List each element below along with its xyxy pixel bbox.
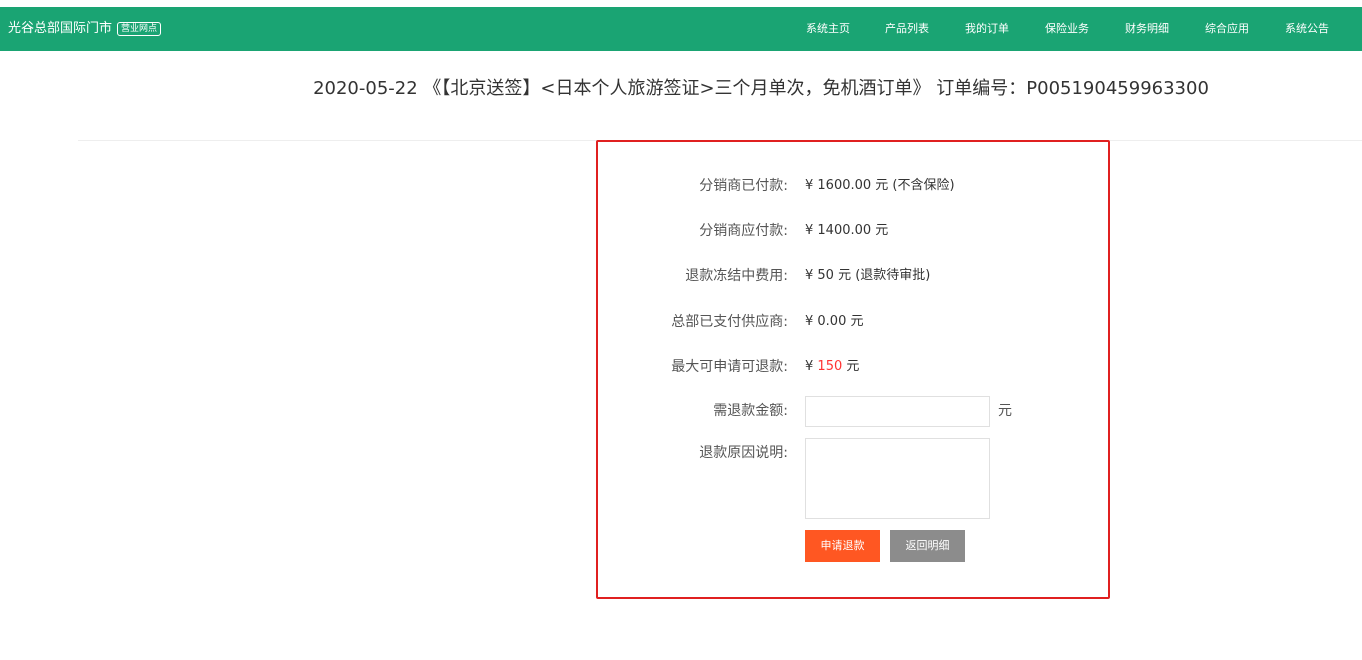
nav-item-insurance[interactable]: 保险业务	[1045, 21, 1089, 37]
refund-reason-label: 退款原因说明:	[699, 445, 788, 461]
brand-name: 光谷总部国际门市	[8, 21, 113, 36]
payable-label: 分销商应付款:	[699, 223, 788, 239]
back-to-details-button[interactable]: 返回明细	[890, 530, 965, 562]
supplier-paid-label: 总部已支付供应商:	[671, 314, 788, 330]
max-refund-label: 最大可申请可退款:	[671, 359, 788, 375]
max-refund-currency: ¥	[805, 359, 814, 374]
frozen-fee-value: ¥ 50 元 (退款待审批)	[805, 268, 931, 283]
paid-value: ¥ 1600.00 元 (不含保险)	[805, 178, 955, 193]
order-title: 2020-05-22 《【北京送签】<日本个人旅游签证>三个月单次，免机酒订单》…	[313, 78, 1209, 99]
refund-reason-textarea[interactable]	[805, 438, 990, 519]
supplier-paid-value: ¥ 0.00 元	[805, 314, 864, 329]
refund-amount-unit: 元	[998, 403, 1012, 419]
apply-refund-button[interactable]: 申请退款	[805, 530, 880, 562]
branch-badge: 营业网点	[117, 22, 162, 36]
nav-item-finance[interactable]: 财务明细	[1125, 21, 1169, 37]
top-strip	[0, 0, 1362, 7]
refund-form-panel: 分销商已付款: ¥ 1600.00 元 (不含保险) 分销商应付款: ¥ 140…	[596, 140, 1110, 599]
nav-item-home[interactable]: 系统主页	[806, 21, 850, 37]
nav-item-announcements[interactable]: 系统公告	[1285, 21, 1329, 37]
max-refund-unit: 元	[846, 359, 860, 374]
top-navbar: 光谷总部国际门市 营业网点 系统主页 产品列表 我的订单 保险业务 财务明细 综…	[0, 7, 1362, 51]
nav-item-my-orders[interactable]: 我的订单	[965, 21, 1009, 37]
paid-label: 分销商已付款:	[699, 178, 788, 194]
nav-item-products[interactable]: 产品列表	[885, 21, 929, 37]
refund-amount-label: 需退款金额:	[713, 403, 788, 419]
payable-value: ¥ 1400.00 元	[805, 223, 889, 238]
brand[interactable]: 光谷总部国际门市 营业网点	[8, 20, 162, 38]
max-refund-value: ¥ 150 元	[805, 357, 859, 377]
nav-item-apps[interactable]: 综合应用	[1205, 21, 1249, 37]
max-refund-amount: 150	[817, 359, 843, 374]
refund-amount-input[interactable]	[805, 396, 990, 427]
frozen-fee-label: 退款冻结中费用:	[685, 268, 788, 284]
